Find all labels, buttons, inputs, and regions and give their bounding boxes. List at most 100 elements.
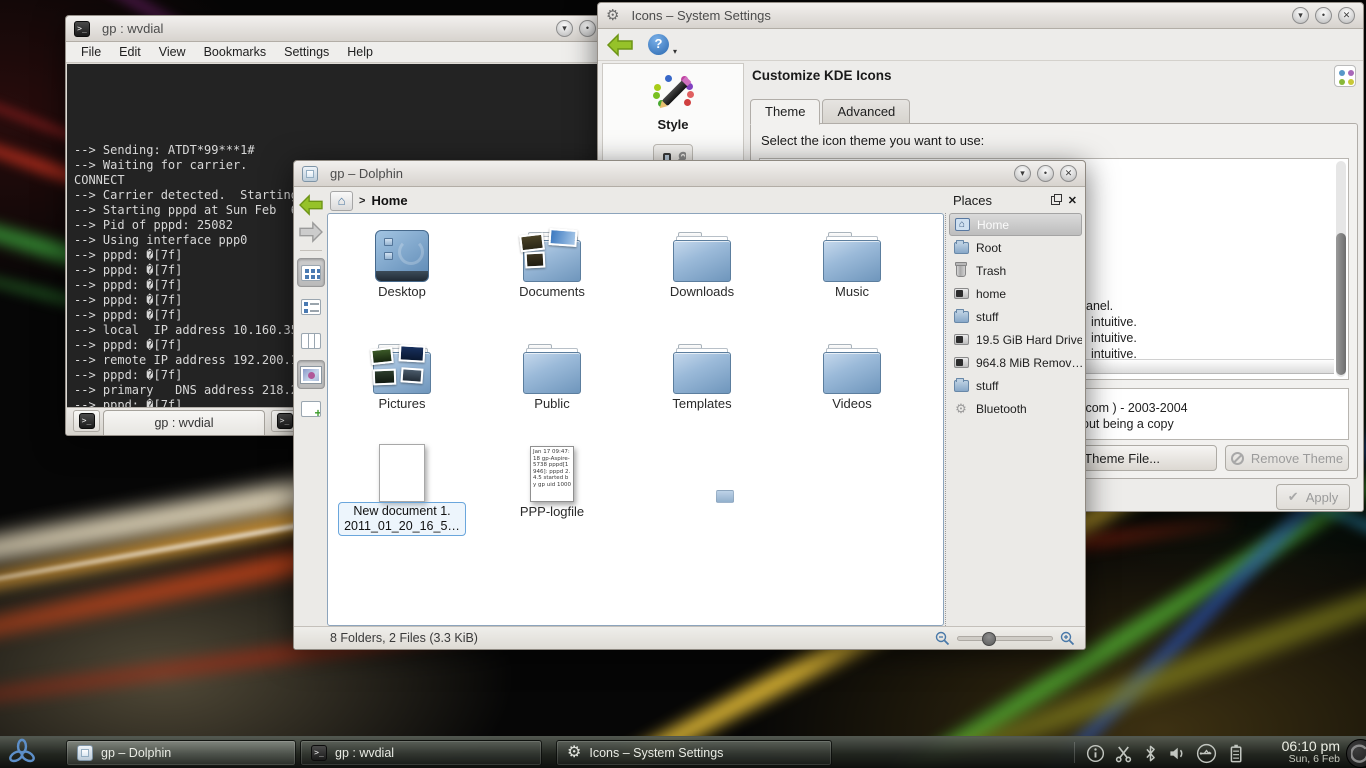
dolphin-side-toolbar: + [294,188,327,649]
notifications-info-icon[interactable] [1086,744,1105,763]
sidebar-item-style[interactable]: Style [603,64,743,132]
chevron-down-icon[interactable]: ▾ [673,47,677,56]
folder-icon [954,380,969,392]
dolphin-titlebar[interactable]: gp – Dolphin ▾ • ✕ [294,161,1085,187]
columns-view-button[interactable] [297,326,325,355]
settings-titlebar[interactable]: ⚙ Icons – System Settings ▾ • ✕ [598,3,1363,29]
file-item-pictures[interactable]: Pictures [337,334,467,411]
menu-settings[interactable]: Settings [275,43,338,61]
maximize-button[interactable]: • [1037,165,1054,182]
klipper-scissors-icon[interactable] [1114,744,1133,763]
documents-folder-icon [523,232,581,282]
place-label: home [976,287,1006,301]
float-panel-icon[interactable] [1051,196,1060,205]
preview-button[interactable] [297,360,325,389]
place-item-root[interactable]: Root [949,236,1082,259]
drag-ghost-icon [716,490,734,503]
tab-theme[interactable]: Theme [750,99,820,125]
place-item-home[interactable]: ⌂ Home [949,213,1082,236]
file-item-new-document[interactable]: New document 1. 2011_01_20_16_5… [337,440,467,536]
panel-splitter[interactable] [945,213,948,626]
forward-button[interactable] [298,221,324,243]
file-item-public[interactable]: Public [487,334,617,411]
clock[interactable]: 06:10 pm Sun, 6 Feb [1282,739,1340,766]
file-label: Desktop [337,284,467,299]
place-item-removable[interactable]: 964.8 MiB Remov… [949,351,1082,374]
bluetooth-icon[interactable] [1142,744,1159,763]
file-item-ppp-logfile[interactable]: Jan 17 09:47:18 gp-Aspire-5738 pppd[1946… [487,440,617,519]
place-item-bluetooth[interactable]: ⚙ Bluetooth [949,397,1082,420]
place-item-stuff-2[interactable]: stuff [949,374,1082,397]
split-view-button[interactable]: + [297,394,325,423]
file-item-documents[interactable]: Documents [487,222,617,299]
battery-icon[interactable] [1226,743,1245,764]
apply-button[interactable]: ✔ Apply [1276,484,1350,510]
tab-advanced[interactable]: Advanced [822,99,910,125]
minimize-button[interactable]: ▾ [1014,165,1031,182]
file-item-desktop[interactable]: Desktop [337,222,467,299]
menu-file[interactable]: File [72,43,110,61]
konsole-tab[interactable]: gp : wvdial [103,410,265,435]
zoom-in-icon[interactable] [1060,631,1075,646]
page-title: Customize KDE Icons [752,68,1356,83]
back-button[interactable] [606,33,634,57]
system-tray [1086,737,1245,768]
settings-title: Icons – System Settings [631,8,770,23]
task-konsole[interactable]: >_ gp : wvdial [300,740,542,766]
menu-help[interactable]: Help [338,43,382,61]
zoom-out-icon[interactable] [935,631,950,646]
dolphin-window: gp – Dolphin ▾ • ✕ ⌂ > Home Places ✕ [293,160,1086,650]
close-panel-icon[interactable]: ✕ [1068,194,1077,207]
window-buttons: ▾ • ✕ [1292,7,1355,24]
details-view-button[interactable] [297,292,325,321]
menu-edit[interactable]: Edit [110,43,150,61]
place-item-hard-drive[interactable]: 19.5 GiB Hard Drive [949,328,1082,351]
file-item-downloads[interactable]: Downloads [637,222,767,299]
folder-icon [954,242,969,254]
overview-icon[interactable] [1334,65,1356,87]
zoom-slider[interactable] [957,636,1053,641]
help-icon[interactable]: ? [648,34,669,55]
konsole-tab-label: gp : wvdial [154,416,213,430]
scrollbar-thumb[interactable] [1336,233,1346,375]
prohibition-icon [1231,452,1244,465]
file-item-templates[interactable]: Templates [637,334,767,411]
place-label: 19.5 GiB Hard Drive [976,333,1082,347]
new-tab-button[interactable]: >_ [73,410,100,432]
back-button[interactable] [298,194,324,216]
menu-view[interactable]: View [150,43,195,61]
icons-view-icon [301,265,321,281]
place-item-trash[interactable]: Trash [949,259,1082,282]
close-button[interactable]: ✕ [1338,7,1355,24]
menu-bookmarks[interactable]: Bookmarks [195,43,276,61]
maximize-button[interactable]: • [579,20,596,37]
breadcrumb-home[interactable]: Home [371,193,407,208]
usb-device-icon[interactable] [1196,743,1217,764]
places-panel: ⌂ Home Root Trash home stuff 19.5 GiB Ha… [949,213,1082,626]
file-item-videos[interactable]: Videos [787,334,917,411]
panel-toolbox-cashew[interactable] [1346,739,1366,768]
maximize-button[interactable]: • [1315,7,1332,24]
folder-view[interactable]: Desktop Documents Downloads Music [327,213,944,626]
task-system-settings[interactable]: ⚙ Icons – System Settings [556,740,832,766]
volume-icon[interactable] [1168,744,1187,763]
remove-theme-button[interactable]: Remove Theme [1225,445,1349,471]
clock-time: 06:10 pm [1282,739,1340,754]
file-item-music[interactable]: Music [787,222,917,299]
icons-view-button[interactable] [297,258,325,287]
text-file-icon: Jan 17 09:47:18 gp-Aspire-5738 pppd[1946… [530,446,574,502]
app-launcher-button[interactable] [2,737,42,768]
zoom-slider-thumb[interactable] [982,632,996,646]
list-scrollbar[interactable] [1336,161,1346,377]
task-dolphin[interactable]: gp – Dolphin [66,740,296,766]
place-label: Trash [976,264,1006,278]
minimize-button[interactable]: ▾ [1292,7,1309,24]
minimize-button[interactable]: ▾ [556,20,573,37]
columns-view-icon [301,333,321,349]
home-icon[interactable]: ⌂ [330,191,353,211]
konsole-titlebar[interactable]: >_ gp : wvdial ▾ • [66,16,604,42]
close-button[interactable]: ✕ [1060,165,1077,182]
place-item-stuff[interactable]: stuff [949,305,1082,328]
place-item-home-drive[interactable]: home [949,282,1082,305]
style-icon [651,72,695,114]
